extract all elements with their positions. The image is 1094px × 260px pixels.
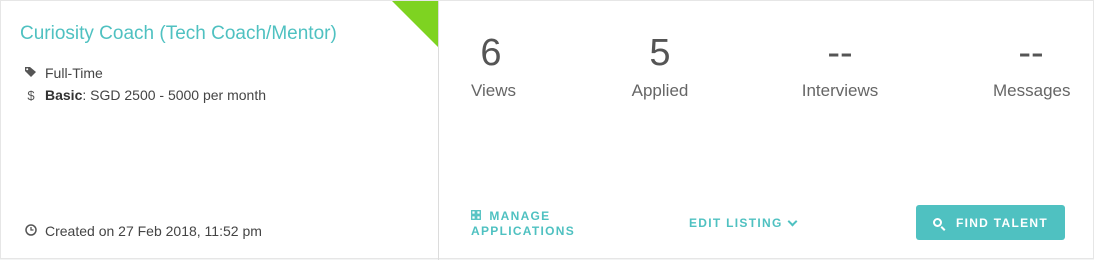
manage-label-line1: MANAGE <box>489 209 551 223</box>
chevron-down-icon <box>787 216 798 226</box>
job-listing-card: Curiosity Coach (Tech Coach/Mentor) Full… <box>0 0 1094 260</box>
listing-details-panel: Curiosity Coach (Tech Coach/Mentor) Full… <box>1 1 439 260</box>
applied-label: Applied <box>631 81 689 100</box>
created-date: Created on 27 Feb 2018, 11:52 pm <box>45 223 262 239</box>
manage-label-line2: APPLICATIONS <box>471 224 576 238</box>
applications-icon <box>471 210 485 223</box>
manage-applications-link[interactable]: MANAGE APPLICATIONS <box>471 209 575 238</box>
job-title-link[interactable]: Curiosity Coach (Tech Coach/Mentor) <box>20 23 337 45</box>
find-talent-button[interactable]: FIND TALENT <box>916 205 1065 240</box>
clock-icon <box>23 223 39 239</box>
employment-type-row: Full-Time <box>23 65 103 81</box>
stat-messages: -- Messages <box>993 31 1071 101</box>
search-icon <box>932 218 942 227</box>
salary-label: Basic <box>45 87 83 103</box>
interviews-count: -- <box>827 32 853 74</box>
stat-applied: 5 Applied <box>630 31 690 101</box>
edit-listing-dropdown[interactable]: EDIT LISTING <box>689 216 798 230</box>
created-row: Created on 27 Feb 2018, 11:52 pm <box>23 223 262 239</box>
stat-interviews: -- Interviews <box>800 31 880 101</box>
applied-count: 5 <box>649 32 671 74</box>
messages-label: Messages <box>993 81 1071 100</box>
views-label: Views <box>471 81 517 100</box>
salary-row: $ Basic : SGD 2500 - 5000 per month <box>23 87 266 103</box>
views-count: 6 <box>480 32 502 74</box>
stat-views: 6 Views <box>471 31 517 101</box>
find-talent-label: FIND TALENT <box>955 215 1049 230</box>
employment-type: Full-Time <box>45 65 103 81</box>
listing-stats-panel: 6 Views 5 Applied -- Interviews -- Messa… <box>440 1 1094 260</box>
salary-value: : SGD 2500 - 5000 per month <box>82 87 267 103</box>
messages-count: -- <box>1018 32 1044 74</box>
edit-listing-label: EDIT LISTING <box>689 216 783 230</box>
interviews-label: Interviews <box>801 81 879 100</box>
tag-icon <box>23 66 39 81</box>
dollar-icon: $ <box>27 87 35 103</box>
status-corner-flag <box>392 1 438 47</box>
